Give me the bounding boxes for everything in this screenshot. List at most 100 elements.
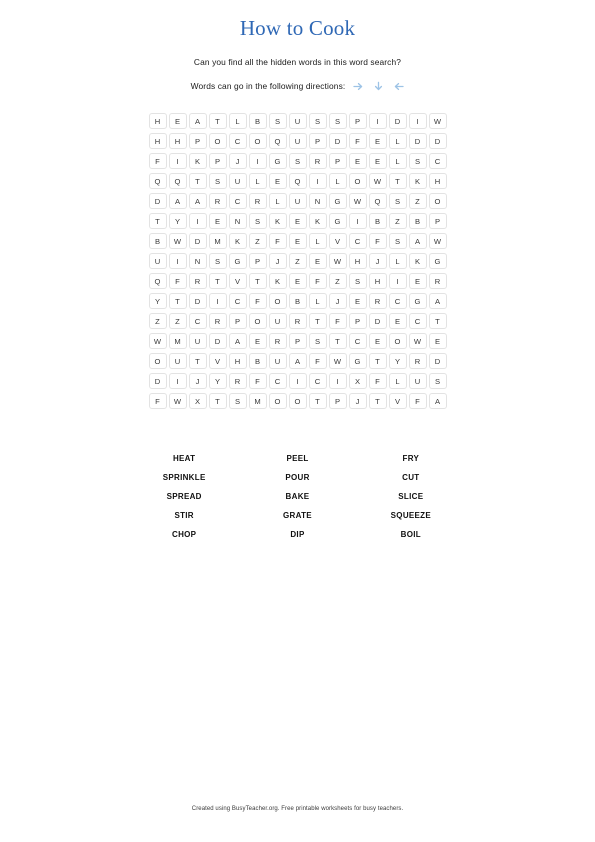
- grid-cell[interactable]: O: [248, 133, 267, 150]
- grid-cell[interactable]: V: [328, 233, 347, 250]
- grid-cell[interactable]: Q: [268, 133, 287, 150]
- grid-cell[interactable]: T: [188, 353, 207, 370]
- grid-cell[interactable]: O: [268, 293, 287, 310]
- grid-cell[interactable]: I: [168, 253, 187, 270]
- grid-cell[interactable]: U: [268, 313, 287, 330]
- grid-cell[interactable]: F: [168, 273, 187, 290]
- grid-cell[interactable]: Z: [328, 273, 347, 290]
- grid-cell[interactable]: F: [268, 233, 287, 250]
- grid-cell[interactable]: I: [368, 113, 387, 130]
- grid-cell[interactable]: P: [208, 153, 227, 170]
- grid-cell[interactable]: Q: [168, 173, 187, 190]
- grid-cell[interactable]: K: [268, 213, 287, 230]
- grid-cell[interactable]: R: [268, 333, 287, 350]
- grid-cell[interactable]: I: [388, 273, 407, 290]
- grid-cell[interactable]: E: [208, 213, 227, 230]
- grid-cell[interactable]: I: [328, 373, 347, 390]
- grid-cell[interactable]: S: [388, 193, 407, 210]
- grid-cell[interactable]: S: [288, 153, 307, 170]
- grid-cell[interactable]: D: [368, 313, 387, 330]
- grid-cell[interactable]: Q: [148, 173, 167, 190]
- grid-cell[interactable]: E: [368, 333, 387, 350]
- grid-cell[interactable]: J: [228, 153, 247, 170]
- grid-cell[interactable]: R: [368, 293, 387, 310]
- grid-cell[interactable]: C: [428, 153, 447, 170]
- grid-cell[interactable]: Z: [248, 233, 267, 250]
- grid-cell[interactable]: J: [348, 393, 367, 410]
- grid-cell[interactable]: R: [248, 193, 267, 210]
- grid-cell[interactable]: V: [208, 353, 227, 370]
- grid-cell[interactable]: Y: [148, 293, 167, 310]
- grid-cell[interactable]: T: [308, 393, 327, 410]
- grid-cell[interactable]: M: [248, 393, 267, 410]
- grid-cell[interactable]: E: [288, 273, 307, 290]
- grid-cell[interactable]: Q: [288, 173, 307, 190]
- grid-cell[interactable]: H: [168, 133, 187, 150]
- grid-cell[interactable]: B: [368, 213, 387, 230]
- grid-cell[interactable]: S: [348, 273, 367, 290]
- grid-cell[interactable]: P: [328, 153, 347, 170]
- grid-cell[interactable]: X: [188, 393, 207, 410]
- grid-cell[interactable]: J: [188, 373, 207, 390]
- grid-cell[interactable]: R: [228, 373, 247, 390]
- grid-cell[interactable]: I: [168, 373, 187, 390]
- grid-cell[interactable]: Z: [288, 253, 307, 270]
- grid-cell[interactable]: G: [228, 253, 247, 270]
- grid-cell[interactable]: W: [428, 113, 447, 130]
- grid-cell[interactable]: N: [308, 193, 327, 210]
- grid-cell[interactable]: K: [408, 253, 427, 270]
- grid-cell[interactable]: O: [268, 393, 287, 410]
- grid-cell[interactable]: O: [428, 193, 447, 210]
- grid-cell[interactable]: T: [208, 113, 227, 130]
- grid-cell[interactable]: E: [168, 113, 187, 130]
- grid-cell[interactable]: G: [408, 293, 427, 310]
- grid-cell[interactable]: W: [148, 333, 167, 350]
- grid-cell[interactable]: I: [248, 153, 267, 170]
- grid-cell[interactable]: L: [328, 173, 347, 190]
- grid-cell[interactable]: H: [148, 113, 167, 130]
- grid-cell[interactable]: E: [408, 273, 427, 290]
- grid-cell[interactable]: F: [248, 293, 267, 310]
- grid-cell[interactable]: B: [408, 213, 427, 230]
- grid-cell[interactable]: F: [348, 133, 367, 150]
- grid-cell[interactable]: R: [208, 193, 227, 210]
- grid-cell[interactable]: R: [428, 273, 447, 290]
- grid-cell[interactable]: E: [428, 333, 447, 350]
- grid-cell[interactable]: P: [288, 333, 307, 350]
- grid-cell[interactable]: K: [268, 273, 287, 290]
- grid-cell[interactable]: U: [148, 253, 167, 270]
- grid-cell[interactable]: U: [268, 353, 287, 370]
- grid-cell[interactable]: C: [408, 313, 427, 330]
- grid-cell[interactable]: I: [168, 153, 187, 170]
- grid-cell[interactable]: W: [368, 173, 387, 190]
- grid-cell[interactable]: B: [248, 353, 267, 370]
- grid-cell[interactable]: W: [408, 333, 427, 350]
- grid-cell[interactable]: E: [388, 313, 407, 330]
- grid-cell[interactable]: I: [348, 213, 367, 230]
- grid-cell[interactable]: M: [168, 333, 187, 350]
- grid-cell[interactable]: Y: [388, 353, 407, 370]
- grid-cell[interactable]: H: [348, 253, 367, 270]
- grid-cell[interactable]: P: [248, 253, 267, 270]
- grid-cell[interactable]: E: [368, 153, 387, 170]
- grid-cell[interactable]: T: [148, 213, 167, 230]
- grid-cell[interactable]: L: [388, 153, 407, 170]
- grid-cell[interactable]: U: [288, 113, 307, 130]
- grid-cell[interactable]: O: [208, 133, 227, 150]
- grid-cell[interactable]: F: [248, 373, 267, 390]
- grid-cell[interactable]: J: [328, 293, 347, 310]
- grid-cell[interactable]: K: [308, 213, 327, 230]
- grid-cell[interactable]: F: [148, 153, 167, 170]
- grid-cell[interactable]: C: [228, 133, 247, 150]
- grid-cell[interactable]: T: [248, 273, 267, 290]
- grid-cell[interactable]: A: [168, 193, 187, 210]
- grid-cell[interactable]: Z: [388, 213, 407, 230]
- grid-cell[interactable]: L: [388, 253, 407, 270]
- grid-cell[interactable]: U: [288, 193, 307, 210]
- grid-cell[interactable]: T: [208, 273, 227, 290]
- grid-cell[interactable]: A: [188, 113, 207, 130]
- grid-cell[interactable]: P: [188, 133, 207, 150]
- grid-cell[interactable]: B: [288, 293, 307, 310]
- grid-cell[interactable]: Y: [208, 373, 227, 390]
- grid-cell[interactable]: D: [428, 353, 447, 370]
